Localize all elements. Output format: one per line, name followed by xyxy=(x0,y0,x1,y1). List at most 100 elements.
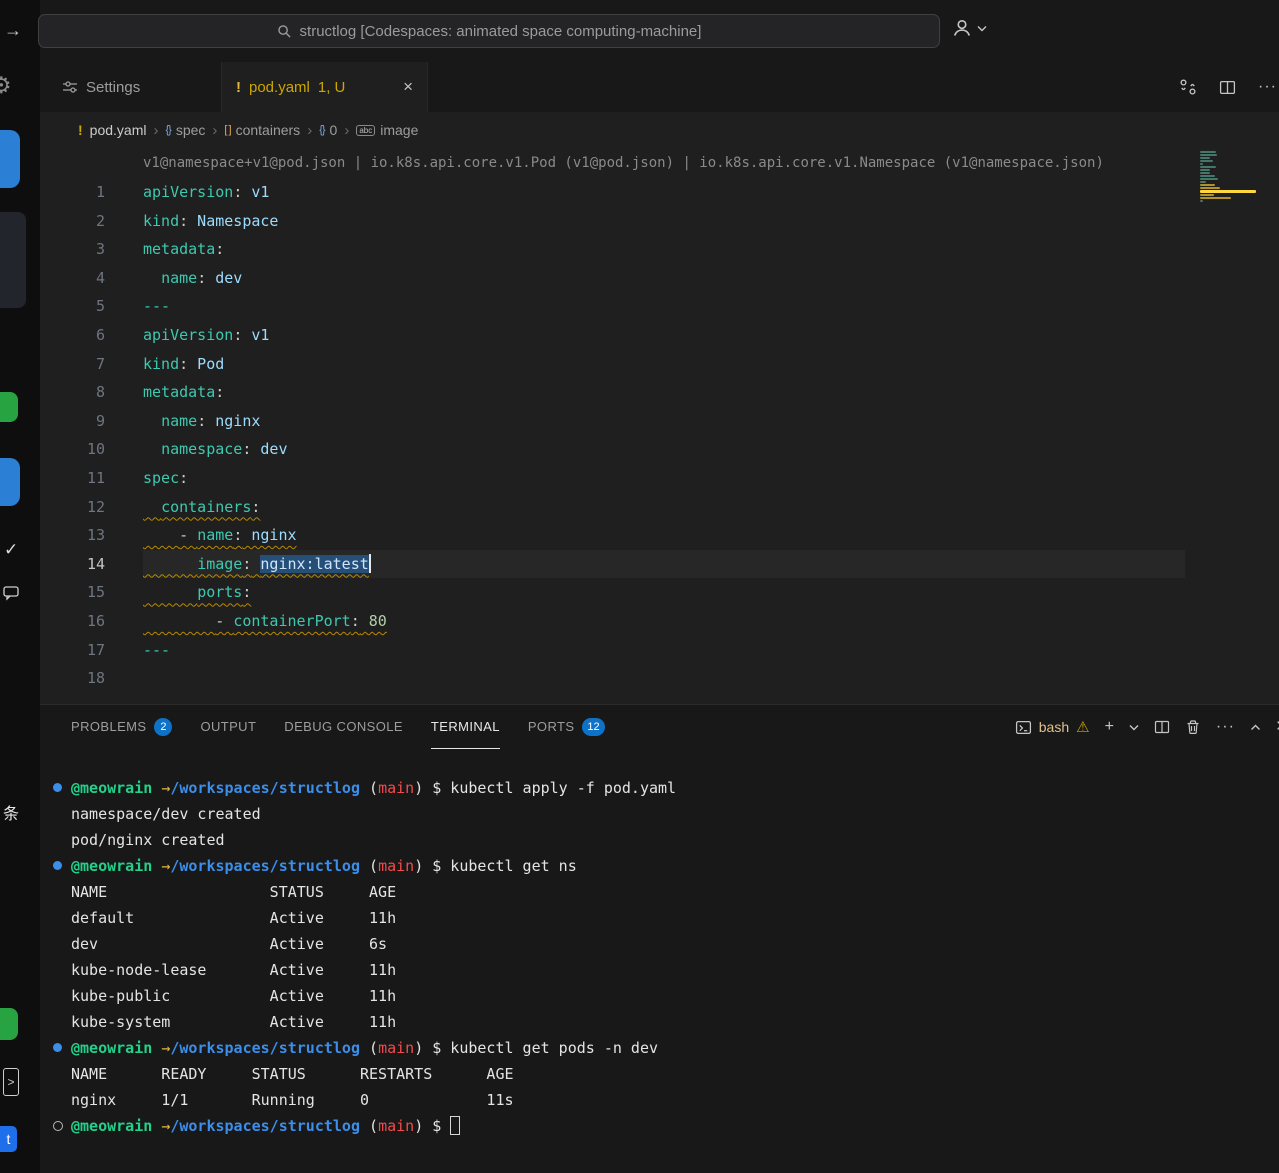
terminal-line: kube-node-lease Active 11h xyxy=(40,957,1279,983)
code-line[interactable]: 8metadata: xyxy=(40,378,1279,407)
code-line[interactable]: 3metadata: xyxy=(40,235,1279,264)
terminal-text: dev Active 6s xyxy=(71,935,387,953)
breadcrumb-separator: › xyxy=(212,122,217,139)
code-line[interactable]: 2kind: Namespace xyxy=(40,207,1279,236)
terminal-text: /workspaces/structlog xyxy=(170,1117,360,1135)
code-content: metadata: xyxy=(143,235,1185,264)
code-token: kind xyxy=(143,212,179,230)
minimap-line xyxy=(1200,175,1215,177)
code-content: kind: Namespace xyxy=(143,207,1185,236)
speech-bubble-icon xyxy=(3,586,19,601)
more-actions-icon[interactable]: ··· xyxy=(1258,78,1277,96)
terminal-text: ) $ kubectl apply -f pod.yaml xyxy=(414,779,676,797)
open-changes-icon[interactable] xyxy=(1179,78,1197,96)
terminal-line: nginx 1/1 Running 0 11s xyxy=(40,1087,1279,1113)
editor-lines: 1apiVersion: v12kind: Namespace3metadata… xyxy=(40,178,1279,693)
terminal-line: @meowrain →/workspaces/structlog (main) … xyxy=(40,1035,1279,1061)
code-line[interactable]: 5--- xyxy=(40,292,1279,321)
kill-terminal-trash-icon[interactable] xyxy=(1185,719,1201,735)
code-token: image xyxy=(197,555,242,573)
panel-tab-debug-console[interactable]: DEBUG CONSOLE xyxy=(284,705,403,749)
code-token: : xyxy=(233,526,242,544)
minimap-line xyxy=(1200,181,1206,183)
panel-tab-badge: 12 xyxy=(582,718,604,736)
minimap-line xyxy=(1200,163,1203,165)
code-line[interactable]: 11spec: xyxy=(40,464,1279,493)
code-content: name: dev xyxy=(143,264,1185,293)
panel-actions: bash ⚠ + xyxy=(1005,716,1279,738)
command-decoration-circle[interactable] xyxy=(53,1121,63,1131)
minimap-line xyxy=(1200,160,1213,162)
command-decoration-dot[interactable] xyxy=(53,783,62,792)
warning-icon[interactable]: ⚠ xyxy=(1076,718,1089,736)
vscode-window: → ⚙ ✓ 条 > t structlog [Codespaces: anima… xyxy=(0,0,1279,1173)
terminal-line: @meowrain →/workspaces/structlog (main) … xyxy=(40,1113,1279,1139)
panel-tab-ports[interactable]: PORTS12 xyxy=(528,705,605,749)
code-line[interactable]: 9 name: nginx xyxy=(40,407,1279,436)
new-terminal-button[interactable]: + xyxy=(1105,718,1114,736)
code-line[interactable]: 18 xyxy=(40,664,1279,693)
panel-tab-terminal[interactable]: TERMINAL xyxy=(431,705,500,749)
code-line[interactable]: 16 - containerPort: 80 xyxy=(40,607,1279,636)
code-line[interactable]: 17--- xyxy=(40,636,1279,665)
tab-settings[interactable]: Settings xyxy=(40,62,222,112)
rail-t-badge: t xyxy=(0,1126,17,1152)
terminal-line: kube-public Active 11h xyxy=(40,983,1279,1009)
code-line[interactable]: 1apiVersion: v1 xyxy=(40,178,1279,207)
maximize-panel-chevron-icon[interactable] xyxy=(1250,724,1261,731)
code-content: image: nginx:latest xyxy=(143,550,1185,579)
code-editor[interactable]: v1@namespace+v1@pod.json | io.k8s.api.co… xyxy=(40,148,1279,704)
close-icon[interactable]: × xyxy=(403,77,413,97)
code-token: dev xyxy=(206,269,242,287)
breadcrumb-item-spec[interactable]: {}spec xyxy=(165,122,205,138)
code-line[interactable]: 15 ports: xyxy=(40,578,1279,607)
panel-tab-output[interactable]: OUTPUT xyxy=(200,705,256,749)
code-token: metadata xyxy=(143,240,215,258)
code-token xyxy=(143,526,179,544)
terminal-line: @meowrain →/workspaces/structlog (main) … xyxy=(40,853,1279,879)
gear-icon[interactable]: ⚙ xyxy=(0,72,12,99)
code-token: apiVersion xyxy=(143,183,233,201)
shell-indicator[interactable]: bash ⚠ xyxy=(1015,718,1090,736)
code-token: Pod xyxy=(188,355,224,373)
breadcrumb-item-containers[interactable]: [ ]containers xyxy=(224,122,300,138)
terminal-text: nginx 1/1 Running 0 11s xyxy=(71,1091,514,1109)
tab-pod-yaml[interactable]: ! pod.yaml 1, U × xyxy=(222,62,428,112)
cjk-glyph: 条 xyxy=(3,800,19,824)
code-line[interactable]: 12 containers: xyxy=(40,493,1279,522)
command-decoration-dot[interactable] xyxy=(53,1043,62,1052)
panel-tab-problems[interactable]: PROBLEMS2 xyxy=(71,705,172,749)
terminal-text: @meowrain xyxy=(71,1039,152,1057)
terminal-text: ) $ kubectl get pods -n dev xyxy=(414,1039,658,1057)
terminal-viewport[interactable]: @meowrain →/workspaces/structlog (main) … xyxy=(40,749,1279,1173)
command-center-search[interactable]: structlog [Codespaces: animated space co… xyxy=(38,14,940,48)
split-terminal-icon[interactable] xyxy=(1154,719,1170,735)
code-token xyxy=(143,555,197,573)
forward-arrow-icon[interactable]: → xyxy=(4,20,22,41)
rail-green-badge xyxy=(0,392,18,422)
code-line[interactable]: 6apiVersion: v1 xyxy=(40,321,1279,350)
code-line[interactable]: 4 name: dev xyxy=(40,264,1279,293)
terminal-profile-chevron-icon[interactable] xyxy=(1129,724,1139,731)
terminal-text: namespace/dev created xyxy=(71,805,261,823)
code-token: namespace xyxy=(161,440,242,458)
terminal-text: ( xyxy=(360,779,378,797)
rail-dark-panel xyxy=(0,212,26,308)
terminal-text: → xyxy=(161,857,170,875)
breadcrumb-item-0[interactable]: {}0 xyxy=(319,122,337,138)
code-line[interactable]: 7kind: Pod xyxy=(40,350,1279,379)
split-editor-icon[interactable] xyxy=(1219,79,1236,96)
account-menu[interactable] xyxy=(952,18,987,38)
schema-hint-codelens[interactable]: v1@namespace+v1@pod.json | io.k8s.api.co… xyxy=(143,148,1279,178)
code-token: : xyxy=(215,383,224,401)
code-line[interactable]: 14 image: nginx:latest xyxy=(40,550,1279,579)
minimap-line xyxy=(1200,197,1231,199)
code-line[interactable]: 10 namespace: dev xyxy=(40,435,1279,464)
code-line[interactable]: 13 - name: nginx xyxy=(40,521,1279,550)
breadcrumb-item-image[interactable]: abcimage xyxy=(356,122,418,138)
minimap[interactable] xyxy=(1200,151,1266,206)
panel-more-actions-icon[interactable]: ··· xyxy=(1216,718,1235,736)
command-decoration-dot[interactable] xyxy=(53,861,62,870)
breadcrumb-file[interactable]: pod.yaml xyxy=(90,122,147,138)
panel-tab-label: PROBLEMS xyxy=(71,719,146,734)
